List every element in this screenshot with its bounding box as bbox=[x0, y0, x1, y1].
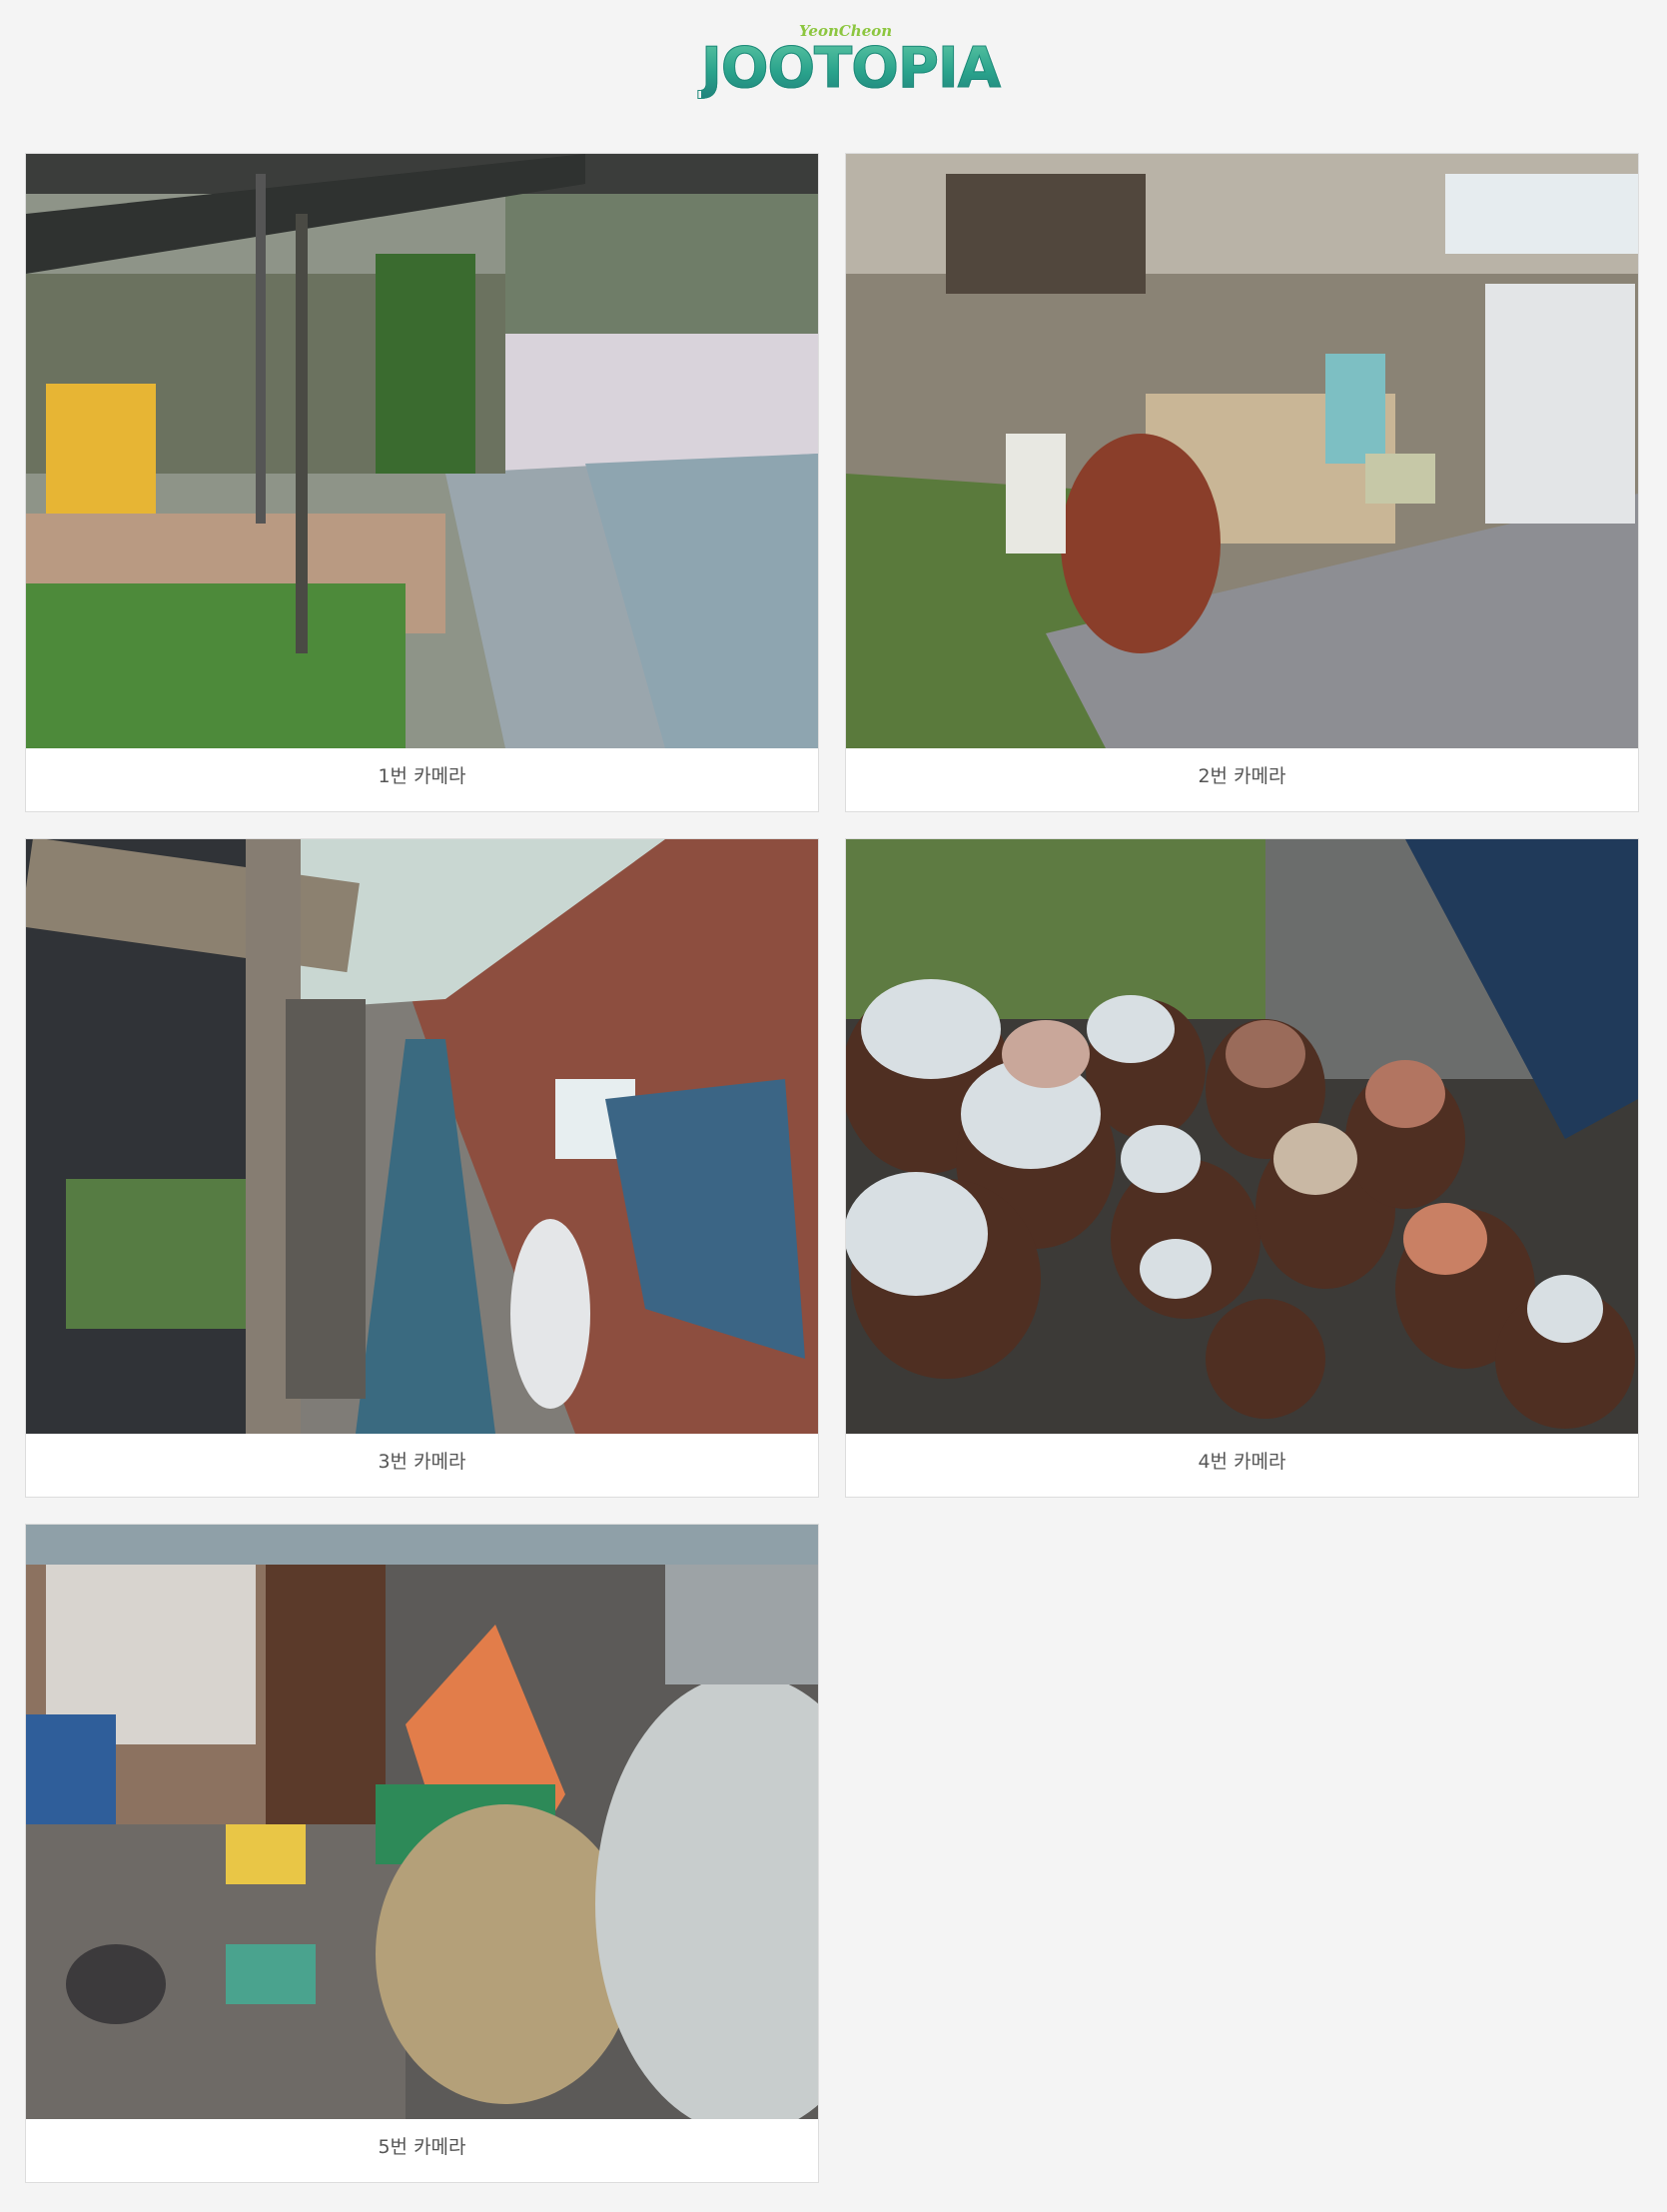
camera-card-5[interactable]: 5번 카메라 bbox=[25, 1524, 819, 2183]
camera-label-1: 1번 카메라 bbox=[378, 765, 466, 787]
camera-feed-2[interactable] bbox=[846, 154, 1638, 748]
camera-label-3: 3번 카메라 bbox=[378, 1451, 466, 1473]
page-header: YeonCheon JOOTOPIA bbox=[0, 0, 1667, 150]
camera-feed-4[interactable] bbox=[846, 839, 1638, 1434]
camera-label-4: 4번 카메라 bbox=[1198, 1451, 1286, 1473]
logo-title: JOOTOPIA bbox=[700, 36, 1001, 102]
camera-label-5: 5번 카메라 bbox=[378, 2136, 466, 2158]
camera-feed-1[interactable] bbox=[26, 154, 818, 748]
camera-feed-image bbox=[846, 839, 1638, 1434]
camera-feed-3[interactable] bbox=[26, 839, 818, 1434]
camera-card-2[interactable]: 2번 카메라 bbox=[845, 153, 1639, 812]
camera-feed-image bbox=[846, 154, 1638, 748]
camera-feed-image bbox=[26, 1525, 818, 2119]
camera-feed-image bbox=[26, 839, 818, 1434]
camera-feed-5[interactable] bbox=[26, 1525, 818, 2119]
camera-card-3[interactable]: 3번 카메라 bbox=[25, 838, 819, 1498]
camera-card-1[interactable]: 1번 카메라 bbox=[25, 153, 819, 812]
camera-label-2: 2번 카메라 bbox=[1198, 765, 1286, 787]
jootopia-logo[interactable]: YeonCheon JOOTOPIA bbox=[699, 22, 1001, 112]
camera-card-4[interactable]: 4번 카메라 bbox=[845, 838, 1639, 1498]
camera-feed-image bbox=[26, 154, 818, 748]
